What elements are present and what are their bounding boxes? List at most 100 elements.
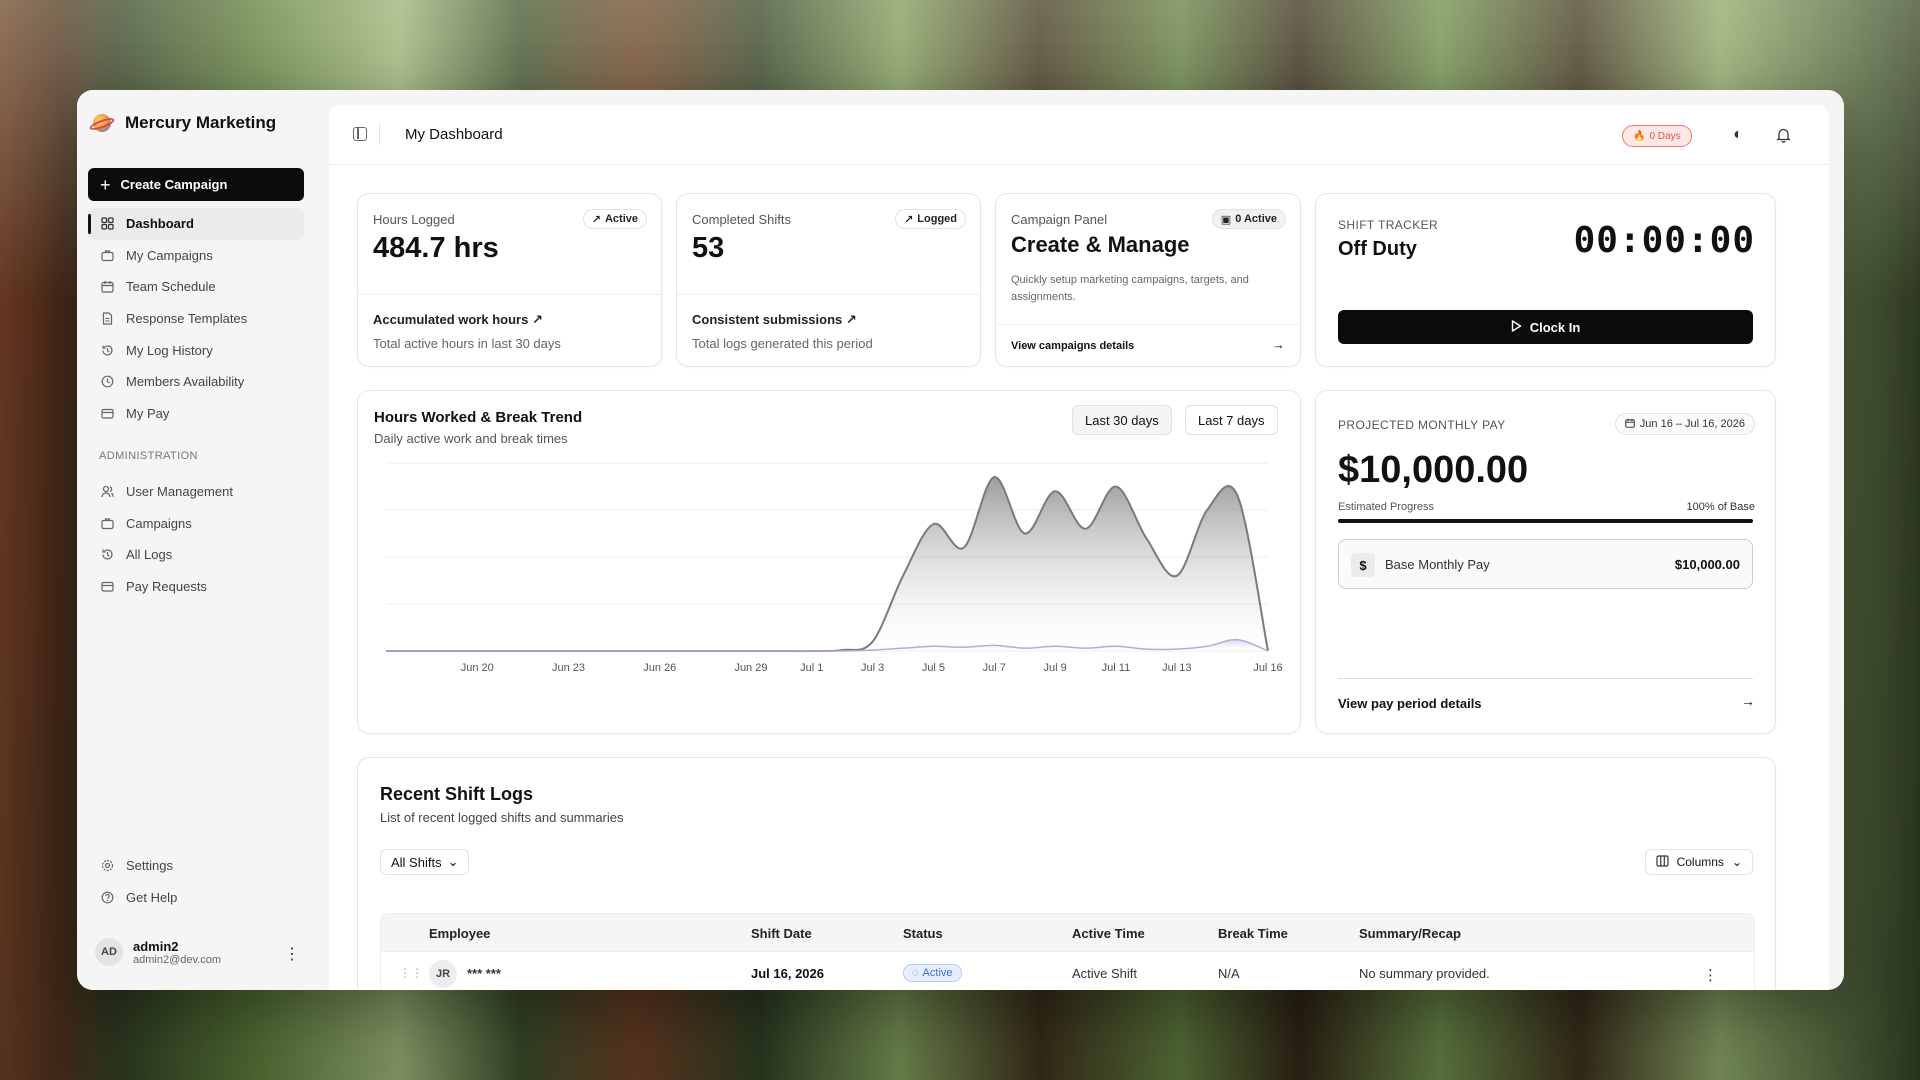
trend-up-icon: ↗ [845,312,857,327]
sidebar: Mercury Marketing + Create Campaign Dash… [77,90,327,990]
sidebar-item-label: Campaigns [126,515,192,531]
range-7-days-button[interactable]: Last 7 days [1185,405,1278,435]
stat-desc: Total active hours in last 30 days [373,336,561,351]
recent-shift-logs-card: Recent Shift Logs List of recent logged … [357,757,1776,990]
sidebar-item-settings[interactable]: Settings [88,850,304,882]
gear-icon [100,859,114,873]
card-icon [100,406,114,420]
grid-icon [100,217,114,231]
series-area-0 [386,477,1268,652]
brand[interactable]: Mercury Marketing [88,112,277,134]
history-icon [100,343,114,357]
pay-period-badge: Jun 16 – Jul 16, 2026 [1614,413,1755,435]
sidebar-item-get-help[interactable]: Get Help [88,882,304,914]
divider [1338,678,1753,679]
arrow-right-icon[interactable]: → [1741,693,1755,709]
column-header[interactable]: Break Time [1218,926,1288,941]
theme-toggle-icon[interactable]: ◐ [1728,125,1748,145]
sidebar-item-dashboard[interactable]: Dashboard [88,208,304,240]
sidebar-item-all-logs[interactable]: All Logs [88,539,304,571]
chevron-down-icon: ⌄ [447,854,459,869]
column-header[interactable]: Active Time [1072,926,1145,941]
flame-icon: 🔥 [1633,130,1646,142]
chart-title: Hours Worked & Break Trend [374,409,583,426]
card-icon [100,580,114,594]
avatar: JR [429,960,457,988]
progress-percent: 100% of Base [1686,501,1756,513]
column-header[interactable]: Employee [429,926,490,941]
sidebar-item-label: User Management [126,484,233,500]
document-icon [100,312,114,326]
columns-label: Columns [1676,855,1724,869]
break-time: N/A [1218,966,1240,981]
column-header[interactable]: Shift Date [751,926,812,941]
row-menu-icon[interactable]: ⋮ [1703,966,1718,984]
pay-label: PROJECTED MONTHLY PAY [1338,418,1506,432]
user-name: admin2 [133,938,179,954]
base-pay-label: Base Monthly Pay [1385,557,1490,572]
chevron-down-icon: ⌄ [1731,855,1742,869]
sidebar-item-my-campaigns[interactable]: My Campaigns [88,240,304,272]
x-tick-label: Jul 1 [800,662,823,674]
stat-sub-label: Consistent submissions [692,312,843,327]
table-row[interactable]: ⋮⋮ JR *** *** Jul 16, 2026 ◌ Active Acti… [381,952,1754,990]
app-window: Mercury Marketing + Create Campaign Dash… [77,90,1844,990]
x-tick-label: Jul 5 [922,662,945,674]
sidebar-item-team-schedule[interactable]: Team Schedule [88,271,304,303]
drag-handle-icon[interactable]: ⋮⋮ [399,966,423,980]
stat-sub-label: Accumulated work hours [373,312,529,327]
streak-label: 0 Days [1649,130,1681,142]
brand-name: Mercury Marketing [125,113,277,132]
area-chart: Jun 20 Jun 23 Jun 26 Jun 29 Jul 1 Jul 3 Jul 5 J… [386,462,1283,674]
view-campaigns-link[interactable]: View campaigns details [1011,340,1134,352]
view-pay-period-link[interactable]: View pay period details [1338,696,1482,711]
column-header[interactable]: Summary/Recap [1359,926,1461,941]
briefcase-icon [100,248,114,262]
create-campaign-button[interactable]: + Create Campaign [88,168,304,201]
sidebar-item-label: Get Help [126,889,178,905]
x-tick-label: Jul 7 [983,662,1006,674]
hours-trend-chart-card: Hours Worked & Break Trend Daily active … [357,390,1301,734]
range-30-days-button[interactable]: Last 30 days [1072,405,1172,435]
clock-in-button[interactable]: Clock In [1338,310,1753,344]
hours-value: 484.7 hrs [373,232,499,264]
progress-label: Estimated Progress [1338,501,1434,513]
sidebar-item-pay-requests[interactable]: Pay Requests [88,571,304,603]
sidebar-toggle-icon[interactable] [353,127,367,141]
arrow-right-icon[interactable]: → [1272,337,1285,352]
sidebar-item-label: Members Availability [126,374,245,390]
user-profile[interactable]: AD admin2 admin2@dev.com ⋮ [95,938,300,966]
badge-label: Active [604,213,638,225]
completed-shifts-card: Completed Shifts ↗ Logged 53 Consistent s… [676,193,981,367]
user-email: admin2@dev.com [133,953,221,966]
briefcase-icon: ▣ [1220,213,1232,226]
sidebar-item-user-management[interactable]: User Management [88,476,304,508]
sidebar-item-members-availability[interactable]: Members Availability [88,366,304,398]
sidebar-item-response-templates[interactable]: Response Templates [88,303,304,335]
sidebar-item-campaigns[interactable]: Campaigns [88,508,304,540]
column-header[interactable]: Status [903,926,943,941]
trend-up-icon: ↗ [531,312,543,327]
divider [358,294,661,295]
divider [379,123,380,145]
sidebar-item-my-pay[interactable]: My Pay [88,398,304,430]
avatar: AD [95,938,123,966]
shift-tracker-card: SHIFT TRACKER Off Duty 00:00:00 Clock In [1315,193,1776,367]
bell-icon[interactable] [1773,125,1793,145]
sidebar-item-label: My Campaigns [126,247,213,263]
streak-badge[interactable]: 🔥 0 Days [1622,125,1692,147]
more-vertical-icon[interactable]: ⋮ [284,944,300,964]
active-time: Active Shift [1072,966,1138,981]
sidebar-item-my-log-history[interactable]: My Log History [88,334,304,366]
main-nav: Dashboard My Campaigns Team Schedule Res… [88,208,304,429]
x-tick-label: Jul 3 [861,662,884,674]
bottom-nav: Settings Get Help [88,850,304,913]
stat-label: Completed Shifts [692,212,791,227]
sidebar-item-label: Dashboard [126,216,194,232]
spinner-icon: ◌ [912,967,919,979]
trend-up-icon: ↗ [591,213,601,226]
x-tick-label: Jul 13 [1162,662,1191,674]
shift-filter-select[interactable]: All Shifts ⌄ [380,849,470,875]
columns-button[interactable]: Columns ⌄ [1644,849,1753,875]
status-badge: ◌ Active [903,964,962,982]
